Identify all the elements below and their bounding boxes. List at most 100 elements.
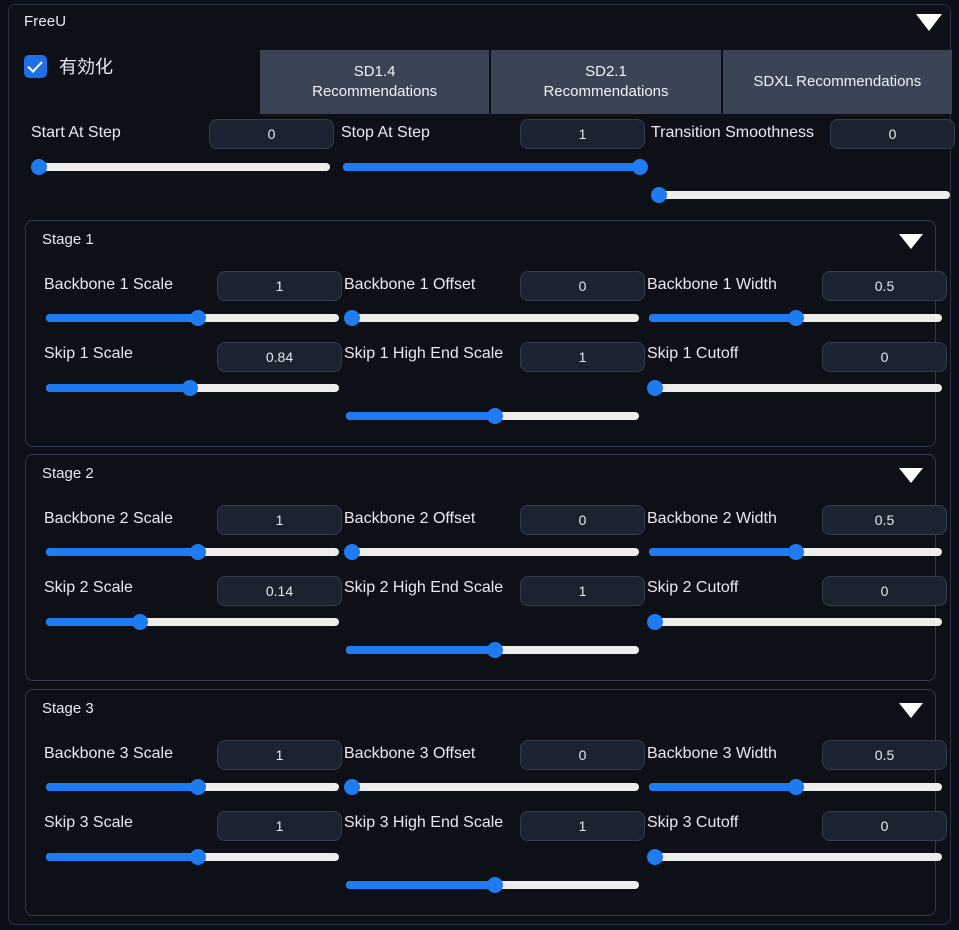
slider-thumb[interactable]	[190, 779, 207, 795]
slider-thumb[interactable]	[190, 849, 207, 865]
accordion-header[interactable]: FreeU	[9, 5, 952, 41]
slider-fill	[346, 646, 496, 654]
backbone-2-width-slider[interactable]	[649, 544, 942, 560]
backbone-3-offset-label: Backbone 3 Offset	[344, 745, 476, 762]
slider-thumb[interactable]	[650, 187, 667, 203]
slider-fill	[649, 783, 796, 791]
backbone-1-offset-slider[interactable]	[343, 310, 639, 326]
tab-sd14-line1: SD1.4	[353, 63, 396, 80]
enable-checkbox[interactable]	[24, 54, 47, 78]
skip-2-cutoff-input[interactable]: 0	[822, 576, 947, 606]
backbone-2-width-input[interactable]: 0.5	[822, 505, 947, 535]
start-at-step-label: Start At Step	[31, 124, 121, 141]
backbone-1-scale-label: Backbone 1 Scale	[44, 276, 173, 293]
slider-thumb[interactable]	[487, 642, 504, 658]
enable-checkbox-row[interactable]: 有効化	[24, 53, 113, 79]
stop-at-step-slider[interactable]	[343, 159, 648, 175]
backbone-3-width-input[interactable]: 0.5	[822, 740, 947, 770]
slider-thumb[interactable]	[343, 544, 360, 560]
backbone-2-scale-slider[interactable]	[46, 544, 339, 560]
skip-1-high-end-scale-slider[interactable]	[346, 408, 639, 424]
chevron-down-icon[interactable]	[899, 703, 923, 718]
slider-thumb[interactable]	[632, 159, 648, 175]
slider-track	[649, 618, 942, 626]
backbone-3-scale-input[interactable]: 1	[217, 740, 342, 770]
transition-smoothness-slider[interactable]	[650, 187, 950, 203]
backbone-1-offset-input[interactable]: 0	[520, 271, 645, 301]
stop-at-step-input[interactable]: 1	[520, 119, 645, 149]
skip-3-high-end-scale-input[interactable]: 1	[520, 811, 645, 841]
backbone-1-scale-input[interactable]: 1	[217, 271, 342, 301]
backbone-3-offset-slider[interactable]	[343, 779, 639, 795]
skip-3-scale-input[interactable]: 1	[217, 811, 342, 841]
backbone-2-offset-input[interactable]: 0	[520, 505, 645, 535]
skip-3-cutoff-slider[interactable]	[646, 849, 942, 865]
slider-thumb[interactable]	[787, 779, 804, 795]
skip-3-high-end-scale-slider[interactable]	[346, 877, 639, 893]
slider-thumb[interactable]	[487, 408, 504, 424]
freeu-accordion: FreeU 有効化 SD1.4 Recommendations SD2.1 Re…	[8, 4, 955, 925]
backbone-3-scale-slider[interactable]	[46, 779, 339, 795]
stage-2-title: Stage 2	[42, 465, 94, 482]
slider-thumb[interactable]	[343, 310, 360, 326]
slider-thumb[interactable]	[787, 544, 804, 560]
backbone-3-width-label: Backbone 3 Width	[647, 745, 777, 762]
skip-2-scale-label: Skip 2 Scale	[44, 579, 133, 596]
backbone-2-scale-input[interactable]: 1	[217, 505, 342, 535]
slider-thumb[interactable]	[646, 614, 663, 630]
stop-at-step-label: Stop At Step	[341, 124, 430, 141]
skip-3-scale-slider[interactable]	[46, 849, 339, 865]
slider-thumb[interactable]	[646, 380, 663, 396]
skip-1-cutoff-input[interactable]: 0	[822, 342, 947, 372]
slider-thumb[interactable]	[190, 310, 207, 326]
tab-sdxl-recommendations[interactable]: SDXL Recommendations	[722, 50, 952, 114]
slider-track	[33, 163, 330, 171]
skip-1-cutoff-slider[interactable]	[646, 380, 942, 396]
skip-3-scale-label: Skip 3 Scale	[44, 814, 133, 831]
slider-fill	[649, 548, 796, 556]
backbone-3-offset-input[interactable]: 0	[520, 740, 645, 770]
tab-sd21-recommendations[interactable]: SD2.1 Recommendations	[491, 50, 723, 114]
start-at-step-input[interactable]: 0	[209, 119, 334, 149]
slider-track	[649, 384, 942, 392]
skip-1-scale-input[interactable]: 0.84	[217, 342, 342, 372]
slider-thumb[interactable]	[646, 849, 663, 865]
skip-3-cutoff-input[interactable]: 0	[822, 811, 947, 841]
skip-2-cutoff-slider[interactable]	[646, 614, 942, 630]
slider-thumb[interactable]	[181, 380, 198, 396]
skip-1-high-end-scale-input[interactable]: 1	[520, 342, 645, 372]
recommendation-tabs: SD1.4 Recommendations SD2.1 Recommendati…	[260, 50, 952, 114]
skip-2-high-end-scale-slider[interactable]	[346, 642, 639, 658]
start-at-step-slider[interactable]	[30, 159, 330, 175]
stage-2-panel: Stage 2 Backbone 2 Scale 1 Backbone 2 Of…	[25, 454, 947, 681]
slider-fill	[46, 853, 199, 861]
backbone-1-width-slider[interactable]	[649, 310, 942, 326]
backbone-2-offset-label: Backbone 2 Offset	[344, 510, 476, 527]
transition-smoothness-label: Transition Smoothness	[651, 124, 815, 141]
page-title: FreeU	[24, 13, 67, 30]
slider-thumb[interactable]	[30, 159, 47, 175]
skip-2-high-end-scale-input[interactable]: 1	[520, 576, 645, 606]
transition-smoothness-input[interactable]: 0	[830, 119, 955, 149]
slider-thumb[interactable]	[787, 310, 804, 326]
slider-track	[346, 783, 639, 791]
chevron-down-icon[interactable]	[899, 234, 923, 249]
slider-thumb[interactable]	[190, 544, 207, 560]
skip-1-scale-label: Skip 1 Scale	[44, 345, 133, 362]
stage-1-title: Stage 1	[42, 231, 94, 248]
slider-thumb[interactable]	[131, 614, 148, 630]
chevron-down-icon[interactable]	[916, 14, 942, 31]
backbone-3-width-slider[interactable]	[649, 779, 942, 795]
skip-2-scale-input[interactable]: 0.14	[217, 576, 342, 606]
slider-thumb[interactable]	[343, 779, 360, 795]
slider-thumb[interactable]	[487, 877, 504, 893]
backbone-1-width-input[interactable]: 0.5	[822, 271, 947, 301]
chevron-down-icon[interactable]	[899, 468, 923, 483]
tab-sd14-recommendations[interactable]: SD1.4 Recommendations	[260, 50, 492, 114]
skip-2-scale-slider[interactable]	[46, 614, 339, 630]
backbone-2-offset-slider[interactable]	[343, 544, 639, 560]
backbone-2-scale-label: Backbone 2 Scale	[44, 510, 173, 527]
backbone-1-scale-slider[interactable]	[46, 310, 339, 326]
skip-2-cutoff-label: Skip 2 Cutoff	[647, 579, 739, 596]
skip-1-scale-slider[interactable]	[46, 380, 339, 396]
